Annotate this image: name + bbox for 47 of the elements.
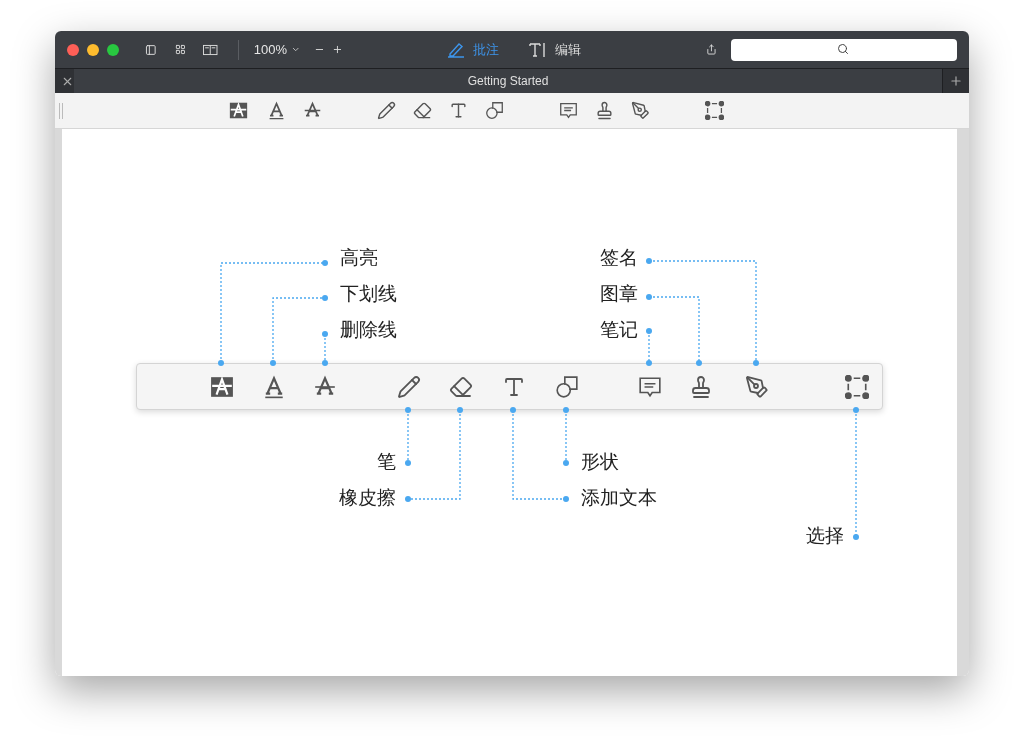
strikethrough-icon[interactable] [303,101,322,120]
callout-label: 删除线 [340,318,397,342]
callout-label: 笔记 [600,318,638,342]
callout-label: 橡皮擦 [339,486,396,510]
note-icon[interactable] [559,101,578,120]
zoom-level[interactable]: 100% [253,39,287,60]
text-icon[interactable] [502,375,526,399]
callout-label: 笔 [377,450,396,474]
highlight-icon[interactable] [210,375,234,399]
new-tab-icon[interactable] [949,74,963,88]
search-field[interactable] [731,38,957,61]
callout-label: 添加文本 [581,486,657,510]
grid-icon[interactable] [174,42,186,57]
select-icon[interactable] [845,375,869,399]
text-cursor-icon [529,41,548,58]
zoom-window-button[interactable] [107,43,119,56]
highlight-icon[interactable] [229,101,248,120]
underline-icon[interactable] [262,375,286,399]
two-page-icon[interactable] [203,42,218,57]
callout-label: 形状 [581,450,619,474]
stamp-icon[interactable] [595,101,614,120]
pen-nib-icon[interactable] [745,375,769,399]
select-icon[interactable] [705,101,724,120]
pen-nib-icon[interactable] [631,101,650,120]
pen-line-icon [447,41,466,58]
text-icon[interactable] [449,101,468,120]
search-icon [837,42,849,55]
share-icon[interactable] [706,42,717,57]
pencil-icon[interactable] [397,375,421,399]
note-icon[interactable] [638,375,662,399]
stamp-icon[interactable] [689,375,713,399]
callout-label: 图章 [600,282,638,306]
callout-label: 选择 [806,524,844,548]
eraser-icon[interactable] [413,101,432,120]
minimize-window-button[interactable] [87,43,99,56]
pencil-icon[interactable] [377,101,396,120]
eraser-icon[interactable] [449,375,473,399]
underline-icon[interactable] [267,101,286,120]
callout-label: 签名 [600,246,638,270]
shapes-icon[interactable] [555,375,579,399]
mode-tab[interactable]: 批注 [447,39,500,60]
document-tab[interactable]: Getting Started [74,69,943,93]
shapes-icon[interactable] [485,101,504,120]
callout-label: 高亮 [340,246,378,270]
close-window-button[interactable] [67,43,79,56]
callout-label: 下划线 [340,282,397,306]
mode-tab[interactable]: 编辑 [529,39,582,60]
